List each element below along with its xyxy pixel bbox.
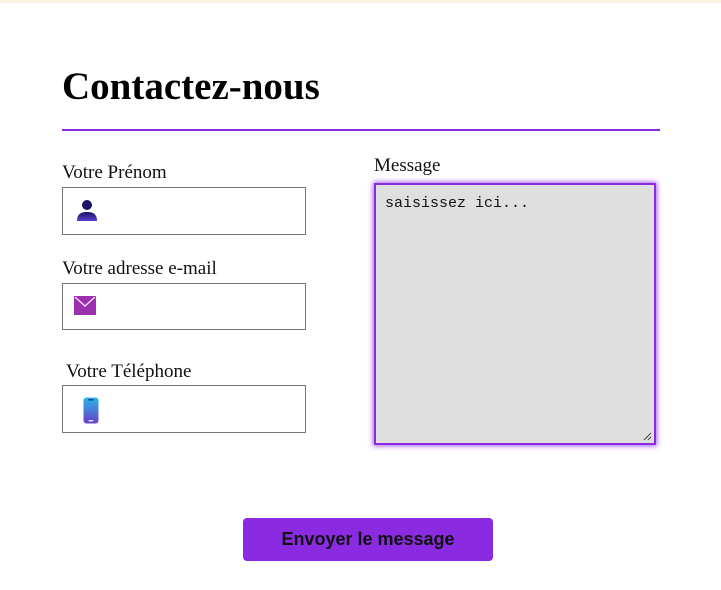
email-input[interactable] bbox=[107, 285, 299, 329]
message-textarea[interactable] bbox=[376, 185, 654, 443]
phone-label: Votre Téléphone bbox=[66, 361, 192, 382]
first-name-input[interactable] bbox=[107, 189, 299, 233]
title-divider bbox=[62, 129, 660, 131]
message-field[interactable] bbox=[374, 183, 656, 445]
email-label: Votre adresse e-mail bbox=[62, 258, 217, 279]
top-accent-strip bbox=[0, 0, 721, 3]
person-icon bbox=[77, 200, 97, 221]
resize-handle-icon[interactable] bbox=[643, 432, 652, 441]
send-message-button[interactable]: Envoyer le message bbox=[243, 518, 493, 561]
first-name-label: Votre Prénom bbox=[62, 162, 167, 183]
phone-field[interactable] bbox=[62, 385, 306, 433]
mobile-phone-icon bbox=[83, 397, 99, 424]
email-field[interactable] bbox=[62, 283, 306, 330]
envelope-icon bbox=[74, 296, 96, 315]
first-name-field[interactable] bbox=[62, 187, 306, 235]
message-label: Message bbox=[374, 155, 441, 176]
phone-input[interactable] bbox=[107, 387, 299, 431]
page-title: Contactez-nous bbox=[62, 65, 320, 108]
